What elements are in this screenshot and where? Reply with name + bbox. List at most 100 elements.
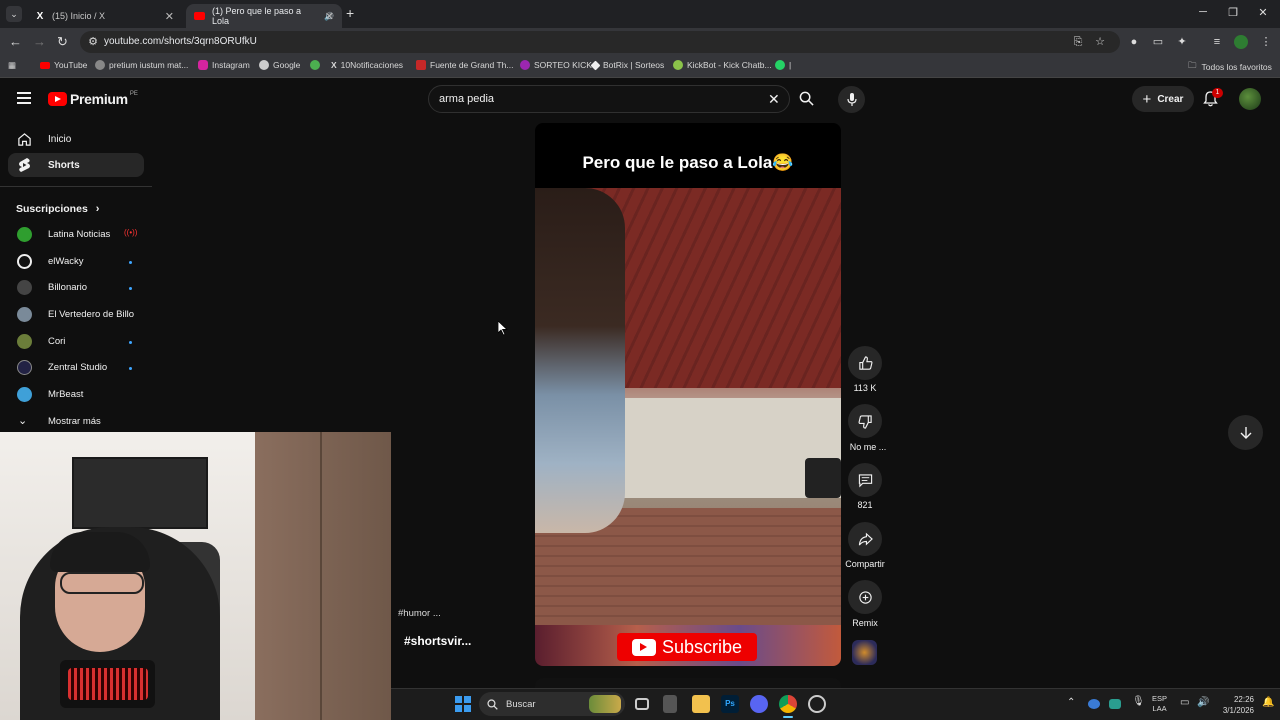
network-icon[interactable]: ▭ [1180,697,1189,708]
clock[interactable]: 22:26 3/1/2026 [1216,694,1254,716]
site-info-icon[interactable]: ⚙ [86,35,100,49]
bookmark-colorful[interactable] [310,60,324,70]
app-icon[interactable] [808,695,826,713]
show-hidden-icons[interactable]: ⌃ [1067,697,1075,708]
bookmark-star-icon[interactable]: ☆ [1093,35,1107,49]
show-more-button[interactable]: ⌄ Mostrar más [8,411,144,433]
bookmark-whatsapp[interactable]: | [775,60,791,70]
tab-x-home[interactable]: X (15) Inicio / X ✕ [26,4,182,28]
search-input[interactable]: arma pedia [439,93,494,105]
tray-icon[interactable] [1109,699,1121,709]
subscription-item[interactable]: MrBeast [8,384,144,406]
comments-button[interactable] [848,463,882,497]
sidebar-item-home[interactable]: Inicio [8,127,144,151]
account-avatar[interactable] [1239,88,1261,110]
youtube-play-icon [48,92,67,106]
file-explorer-icon[interactable] [692,695,710,713]
tag-text[interactable]: #shortsvir... [404,634,471,648]
bookmark-instagram[interactable]: Instagram [198,60,250,70]
x-logo-icon: X [36,10,44,22]
all-bookmarks[interactable]: 🗀 Todos los favoritos [1188,60,1272,74]
subscribe-button[interactable]: Subscribe [617,633,757,661]
like-button[interactable] [848,346,882,380]
task-view-icon[interactable] [635,698,649,710]
hamburger-menu-icon[interactable] [17,92,31,104]
dislike-button[interactable] [848,404,882,438]
apps-icon[interactable]: ▦ [8,60,16,71]
microphone-tray-icon[interactable]: 🎙 [1132,696,1145,707]
tab-search-button[interactable]: ⌄ [6,6,22,22]
plus-icon: + [1142,90,1152,108]
back-icon[interactable]: ← [9,34,22,49]
glasses [60,572,144,594]
tab-strip: ⌄ X (15) Inicio / X ✕ (1) Pero que le pa… [0,0,1280,28]
tray-icon[interactable] [1088,699,1100,709]
share-button[interactable] [848,522,882,556]
live-indicator-icon: ((•)) [124,228,138,237]
close-tab-icon[interactable]: ✕ [325,10,334,23]
car [805,458,841,498]
sound-avatar[interactable] [852,640,877,665]
create-button[interactable]: + Crear [1132,86,1194,112]
short-title: Pero que le paso a Lola😂 [582,153,794,172]
voice-search-icon[interactable] [838,86,865,113]
bookmark-pretium[interactable]: pretium iustum mat... [95,60,188,70]
extension-icon[interactable]: ▭ [1151,35,1165,49]
bookmark-youtube[interactable]: YouTube [40,60,87,70]
remix-button[interactable] [848,580,882,614]
bookmark-botrix[interactable]: BotRix | Sorteos [590,60,664,70]
sidebar-item-shorts[interactable]: Shorts [8,153,144,177]
menu-icon[interactable]: ⋮ [1259,35,1273,49]
bookmark-sorteo-kick[interactable]: SORTEO KICK [520,60,592,70]
notification-center-icon[interactable]: 🔔 [1262,697,1274,708]
subscription-item[interactable]: elWacky [8,251,144,273]
close-tab-icon[interactable]: ✕ [165,10,174,23]
subscription-item[interactable]: El Vertedero de Billo [8,304,144,326]
tag-text[interactable]: #humor ... [398,608,441,619]
install-app-icon[interactable]: ⎘ [1071,35,1085,49]
language-indicator[interactable]: ESP LAA [1152,694,1167,714]
new-tab-button[interactable]: + [346,5,354,21]
subscriptions-header[interactable]: Suscripciones › [16,203,99,215]
volume-icon[interactable]: 🔊 [1197,697,1209,708]
next-short-button[interactable] [1228,415,1263,450]
reload-icon[interactable]: ↻ [57,34,68,50]
video-frame [535,188,841,625]
puzzle-icon[interactable]: ✦ [1175,35,1189,49]
search-icon [487,698,498,710]
restore-button[interactable]: ❐ [1226,6,1240,19]
extension-icon[interactable]: ● [1127,35,1141,49]
clear-search-icon[interactable]: ✕ [768,91,780,108]
reading-list-icon[interactable]: ≡ [1210,35,1224,49]
photoshop-icon[interactable]: Ps [721,695,739,713]
botrix-icon [590,60,601,70]
app-icon[interactable] [663,695,677,713]
minimize-button[interactable]: ─ [1196,6,1210,18]
youtube-logo[interactable]: Premium PE [48,91,138,107]
tab-youtube-short[interactable]: (1) Pero que le paso a Lola 🔊 ✕ [186,4,342,28]
subscription-item[interactable]: Billonario [8,277,144,299]
subscription-item[interactable]: Latina Noticias ((•)) [8,224,144,246]
bookmark-fuente-gta[interactable]: Fuente de Grand Th... [416,60,513,70]
bookmark-kickbot[interactable]: KickBot - Kick Chatb... [673,60,772,70]
url-text[interactable]: youtube.com/shorts/3qrn8ORUfkU [104,36,257,47]
short-video-player[interactable]: Pero que le paso a Lola😂 Subscribe [535,123,841,666]
profile-avatar[interactable] [1234,35,1248,49]
close-window-button[interactable]: ✕ [1256,6,1270,19]
chrome-icon[interactable] [779,695,797,713]
bookmark-google[interactable]: Google [259,60,300,70]
subscription-item[interactable]: Cori [8,331,144,353]
windows-start-icon[interactable] [455,696,471,712]
webcam-overlay [0,432,391,720]
bookmark-notificaciones[interactable]: X 10Notificaciones [331,60,403,70]
search-icon[interactable] [799,91,814,111]
channel-avatar [17,227,32,242]
subscribe-banner[interactable]: Subscribe [535,625,841,666]
forward-icon[interactable]: → [33,34,46,49]
next-short-preview [535,678,841,688]
taskbar-search[interactable]: Buscar [479,692,625,716]
subscription-item[interactable]: Zentral Studio [8,357,144,379]
kickbot-icon [673,60,683,70]
arrow-down-icon [1240,426,1251,439]
discord-icon[interactable] [750,695,768,713]
